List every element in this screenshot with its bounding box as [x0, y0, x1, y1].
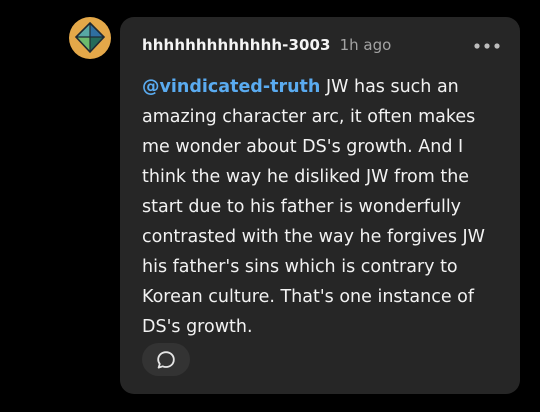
more-options-button[interactable]: [472, 36, 502, 56]
comment-header: hhhhhhhhhhhhh-3003 1h ago: [142, 36, 500, 58]
diamond-avatar-icon: [69, 17, 111, 59]
comment-text: JW has such an amazing character arc, it…: [142, 77, 485, 337]
reply-button[interactable]: [142, 343, 190, 376]
avatar[interactable]: [69, 17, 111, 59]
comment-card: hhhhhhhhhhhhh-3003 1h ago @vindicated-tr…: [120, 17, 520, 394]
more-dots-icon: [474, 43, 500, 49]
username[interactable]: hhhhhhhhhhhhh-3003: [142, 36, 331, 54]
comment-body: @vindicated-truth JW has such an amazing…: [142, 72, 504, 342]
timestamp: 1h ago: [339, 36, 392, 54]
speech-bubble-icon: [157, 350, 175, 368]
mention-link[interactable]: @vindicated-truth: [142, 77, 320, 97]
